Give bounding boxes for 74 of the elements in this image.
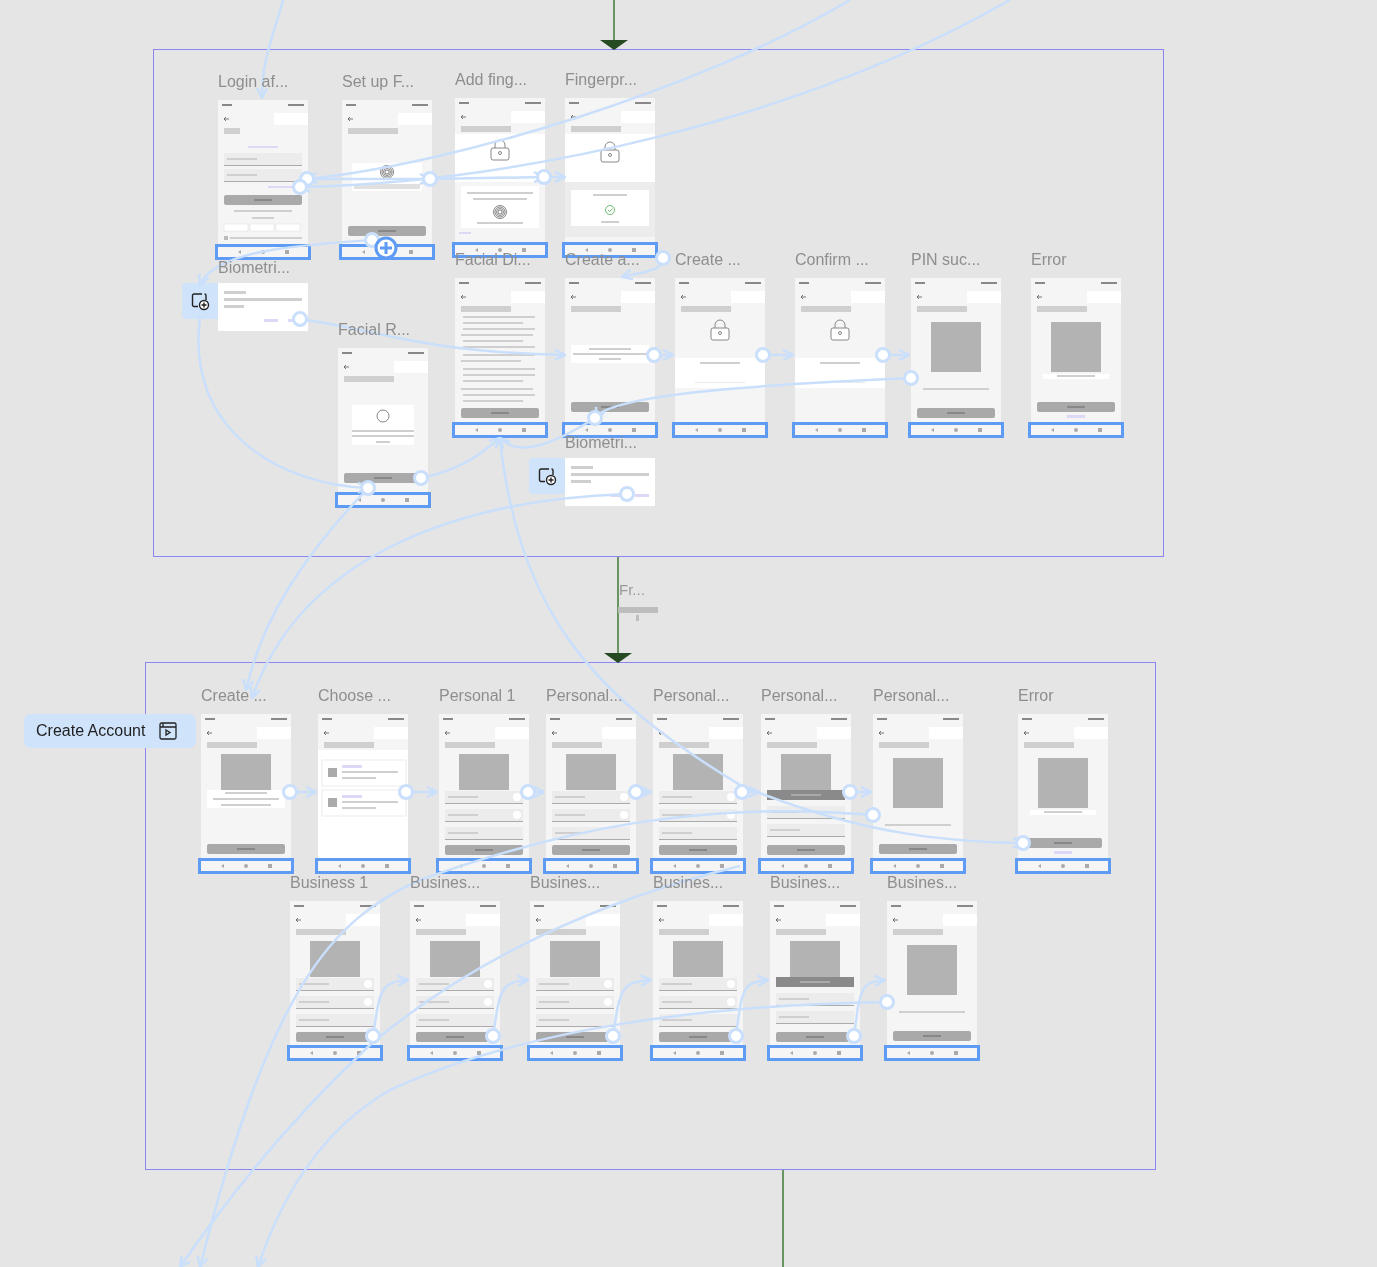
connector-handle	[875, 347, 891, 363]
frame-title: Create ...	[675, 251, 741, 269]
navigation-buttons-icon	[308, 1050, 362, 1056]
connector-handle	[879, 994, 895, 1010]
navigation-buttons-icon	[671, 863, 725, 869]
connector-handle	[292, 179, 308, 195]
flow-start-button[interactable]: Create Account	[24, 714, 196, 748]
navigation-buttons-icon	[548, 1050, 602, 1056]
frame-title: Facial R...	[338, 321, 410, 339]
navigation-buttons-icon	[336, 863, 390, 869]
connector-handle	[1015, 835, 1031, 851]
navigation-buttons-icon	[428, 1050, 482, 1056]
navigation-buttons-icon	[671, 1050, 725, 1056]
connector-handle	[422, 171, 438, 187]
navigation-buttons-icon	[219, 863, 273, 869]
frame-title: Busines...	[530, 874, 601, 892]
navigation-buttons-icon	[779, 863, 833, 869]
label-tick	[636, 615, 639, 621]
navigation-buttons-icon	[693, 427, 747, 433]
navigation-buttons-icon	[788, 1050, 842, 1056]
frame-title: PIN suc...	[911, 251, 981, 269]
frame-title: Personal...	[653, 687, 730, 705]
connector-handle	[842, 784, 858, 800]
frame-title: Set up F...	[342, 73, 415, 91]
frame-title: Login af...	[218, 73, 289, 91]
navigation-buttons-icon	[236, 249, 290, 255]
frame-title: Personal 1	[439, 687, 516, 705]
connector-handle	[646, 347, 662, 363]
frame-title: Busines...	[887, 874, 958, 892]
navigation-buttons-icon	[891, 863, 945, 869]
frame-title: Busines...	[770, 874, 841, 892]
frame-title: Fingerpr...	[565, 71, 638, 89]
connector-handle	[734, 784, 750, 800]
connector-handle	[903, 370, 919, 386]
label-bar	[618, 607, 658, 613]
add-overlay-icon	[537, 466, 557, 486]
flow-arrow	[600, 0, 628, 50]
navigation-buttons-icon	[813, 427, 867, 433]
frame-title: Create ...	[201, 687, 267, 705]
connector-handle	[865, 807, 881, 823]
connector-handle	[292, 311, 308, 327]
navigation-buttons-icon	[1036, 863, 1090, 869]
navigation-buttons-icon	[564, 863, 618, 869]
connection-label: Fr...	[619, 581, 645, 598]
connector-handle	[628, 784, 644, 800]
frame-title: Error	[1018, 687, 1054, 705]
frame-title: Business 1	[290, 874, 369, 892]
frame-title: Busines...	[653, 874, 724, 892]
connector-handle	[755, 347, 771, 363]
connector-handle	[619, 486, 635, 502]
frame-title: Confirm ...	[795, 251, 869, 269]
frame-title: Add fing...	[455, 71, 528, 89]
frame-title: Personal...	[546, 687, 623, 705]
navigation-buttons-icon	[356, 497, 410, 503]
connector-handle	[520, 784, 536, 800]
add-overlay-icon	[190, 291, 210, 311]
connector-handle	[536, 169, 552, 185]
frame-title: Personal...	[873, 687, 950, 705]
navigation-buttons-icon	[905, 1050, 959, 1056]
connector-handle	[413, 470, 429, 486]
add-icon[interactable]	[374, 236, 398, 260]
navigation-buttons-icon	[583, 427, 637, 433]
navigation-buttons-icon	[473, 427, 527, 433]
connector-handle	[398, 784, 414, 800]
connector-handle	[282, 784, 298, 800]
frame-title: Personal...	[761, 687, 838, 705]
play-window-icon	[159, 722, 178, 740]
frame-title: Biometri...	[218, 259, 290, 277]
frame-title: Error	[1031, 251, 1067, 269]
frame-title: Busines...	[410, 874, 481, 892]
frame-title: Biometri...	[565, 434, 637, 452]
frame-title: Choose ...	[318, 687, 391, 705]
navigation-buttons-icon	[929, 427, 983, 433]
navigation-buttons-icon	[1049, 427, 1103, 433]
